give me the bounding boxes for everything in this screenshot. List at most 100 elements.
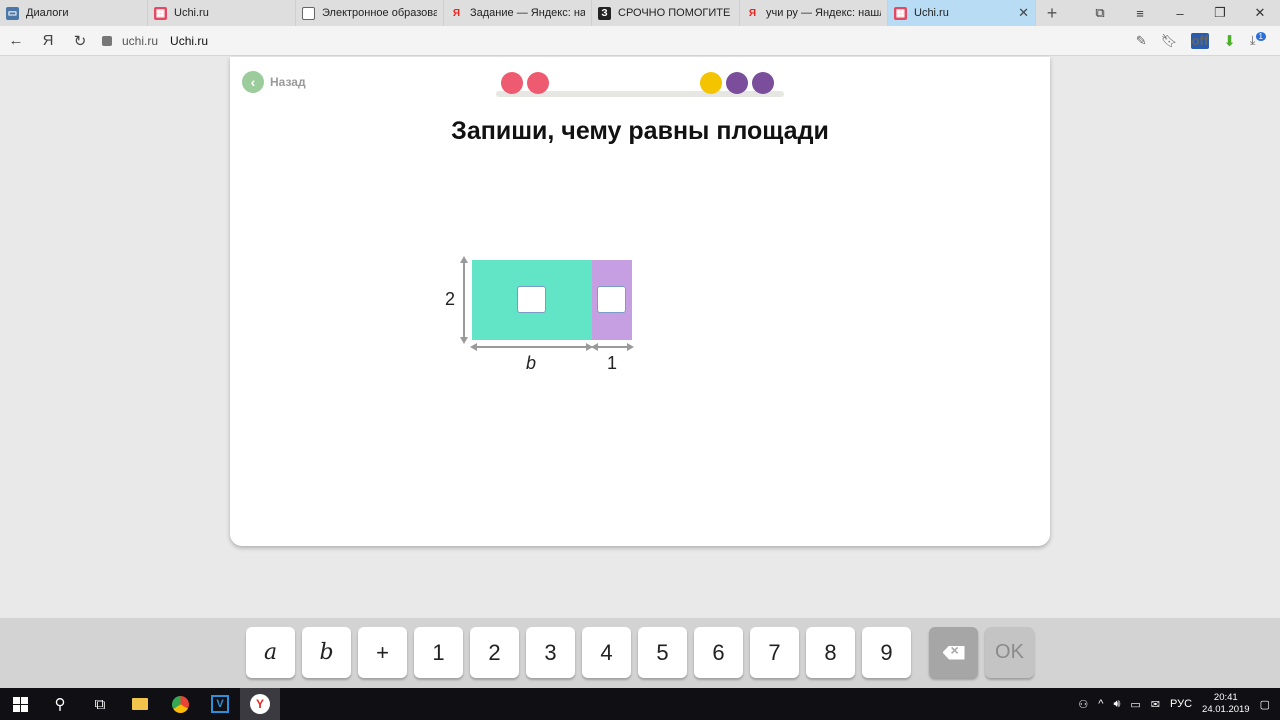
answer-input-right[interactable] bbox=[597, 286, 626, 313]
key-b[interactable]: b bbox=[302, 627, 351, 678]
menu-icon[interactable]: ≡ bbox=[1120, 6, 1160, 21]
clock[interactable]: 20:41 24.01.2019 bbox=[1202, 692, 1250, 716]
key-7[interactable]: 7 bbox=[750, 627, 799, 678]
url-host: uchi.ru bbox=[122, 33, 159, 48]
key-6[interactable]: 6 bbox=[694, 627, 743, 678]
language-indicator[interactable]: РУС bbox=[1170, 698, 1192, 710]
close-window-icon[interactable]: ✕ bbox=[1240, 5, 1280, 21]
network-icon[interactable]: ▭ bbox=[1130, 698, 1140, 711]
windows-start-icon[interactable] bbox=[0, 688, 40, 720]
key-5[interactable]: 5 bbox=[638, 627, 687, 678]
area-diagram: 2 b 1 bbox=[440, 252, 660, 382]
tab-label: Задание — Яндекс: наш bbox=[470, 7, 585, 19]
backspace-icon bbox=[942, 645, 965, 660]
width-1-dimension-line bbox=[592, 346, 632, 348]
downloads-badge: 1 bbox=[1255, 32, 1266, 42]
tab-uchi-active[interactable]: ▦ Uchi.ru ✕ bbox=[888, 0, 1036, 26]
restore-icon[interactable]: ❐ bbox=[1200, 5, 1240, 21]
progress-dot bbox=[700, 72, 722, 94]
back-label: Назад bbox=[270, 75, 306, 89]
chevron-up-icon[interactable]: ^ bbox=[1098, 698, 1103, 710]
downloads-icon[interactable]: ⤓ 1 bbox=[1250, 32, 1266, 48]
browser-app-icon[interactable] bbox=[160, 688, 200, 720]
tab-label: Диалоги bbox=[26, 7, 69, 19]
key-plus[interactable]: + bbox=[358, 627, 407, 678]
yandex-home-button[interactable]: Я bbox=[32, 32, 64, 49]
url-page-title: Uchi.ru bbox=[170, 33, 209, 48]
rect-left bbox=[472, 260, 592, 340]
windows-taskbar: ⚲ ⧉ V Y ⚇ ^ 🔊︎ ▭ ✉ РУС 20:41 24.01.2019 … bbox=[0, 688, 1280, 720]
answer-input-left[interactable] bbox=[517, 286, 546, 313]
back-button[interactable]: ‹ Назад bbox=[242, 71, 306, 93]
tab-uchi[interactable]: ▦ Uchi.ru bbox=[148, 0, 296, 26]
tab-yandex-task[interactable]: Я Задание — Яндекс: наш bbox=[444, 0, 592, 26]
window-controls: ⧉ ≡ – ❐ ✕ bbox=[1080, 0, 1280, 26]
address-bar: ← Я ↻ uchi.ru Uchi.ru ✎ 🔖︎ off ⬇ ⤓ 1 bbox=[0, 26, 1280, 56]
download-helper-icon[interactable]: ⬇ bbox=[1223, 32, 1236, 50]
arrow-right-icon bbox=[627, 343, 634, 351]
progress-dot bbox=[501, 72, 523, 94]
volume-icon[interactable]: 🔊︎ bbox=[1113, 698, 1120, 711]
browser-tab-bar: ▭ Диалоги ▦ Uchi.ru Электронное образова… bbox=[0, 0, 1280, 26]
arrow-down-icon bbox=[460, 337, 468, 344]
action-center-icon[interactable]: ▢ bbox=[1260, 698, 1270, 711]
key-4[interactable]: 4 bbox=[582, 627, 631, 678]
tab-dialogs[interactable]: ▭ Диалоги bbox=[0, 0, 148, 26]
tab-label: СРОЧНО ПОМОГИТЕ Д bbox=[618, 7, 733, 19]
tab-electronic-education[interactable]: Электронное образова bbox=[296, 0, 444, 26]
tab-znanija[interactable]: З СРОЧНО ПОМОГИТЕ Д bbox=[592, 0, 740, 26]
extension-off-icon[interactable]: off bbox=[1191, 32, 1210, 49]
system-tray: ⚇ ^ 🔊︎ ▭ ✉ РУС 20:41 24.01.2019 ▢ bbox=[1078, 692, 1280, 716]
clock-date: 24.01.2019 bbox=[1202, 704, 1250, 715]
progress-dot bbox=[752, 72, 774, 94]
key-3[interactable]: 3 bbox=[526, 627, 575, 678]
tab-yandex-uchi[interactable]: Я учи ру — Яндекс: нашл bbox=[740, 0, 888, 26]
clock-time: 20:41 bbox=[1213, 692, 1238, 703]
yandex-icon: Я bbox=[452, 7, 461, 19]
key-2[interactable]: 2 bbox=[470, 627, 519, 678]
tab-label: учи ру — Яндекс: нашл bbox=[766, 7, 881, 19]
rect-right bbox=[592, 260, 632, 340]
page-title: Запиши, чему равны площади bbox=[451, 117, 829, 145]
notifications-icon[interactable]: ✉ bbox=[1151, 698, 1160, 711]
folder-icon bbox=[132, 698, 148, 710]
windows-logo-icon bbox=[12, 696, 28, 712]
explorer-icon[interactable] bbox=[120, 688, 160, 720]
extension-off-label: off bbox=[1191, 32, 1209, 48]
reload-icon[interactable]: ↻ bbox=[64, 32, 96, 50]
yandex-icon: Y bbox=[250, 694, 270, 714]
back-arrow-icon[interactable]: ← bbox=[0, 32, 32, 49]
protect-icon[interactable]: ✎ bbox=[1136, 33, 1147, 49]
task-view-icon[interactable]: ⧉ bbox=[80, 688, 120, 720]
tab-label: Uchi.ru bbox=[174, 7, 209, 19]
height-label: 2 bbox=[445, 289, 456, 309]
progress-dot bbox=[726, 72, 748, 94]
delete-button[interactable] bbox=[929, 627, 978, 678]
key-1[interactable]: 1 bbox=[414, 627, 463, 678]
bookmark-icon[interactable]: 🔖︎ bbox=[1161, 33, 1178, 49]
width-b-label: b bbox=[526, 353, 537, 373]
tabs-overview-icon[interactable]: ⧉ bbox=[1080, 5, 1120, 21]
yandex-browser-icon[interactable]: Y bbox=[240, 688, 280, 720]
tab-label: Электронное образова bbox=[322, 7, 437, 19]
uchi-icon: ▦ bbox=[894, 6, 907, 20]
key-a[interactable]: a bbox=[246, 627, 295, 678]
lock-icon bbox=[102, 35, 112, 46]
search-icon[interactable]: ⚲ bbox=[40, 688, 80, 720]
uchi-icon: ▦ bbox=[154, 6, 167, 20]
v-app-icon[interactable]: V bbox=[200, 688, 240, 720]
url-field[interactable]: uchi.ru Uchi.ru bbox=[102, 34, 208, 48]
new-tab-icon[interactable]: + bbox=[1036, 0, 1068, 26]
close-tab-icon[interactable]: ✕ bbox=[1018, 5, 1029, 21]
yandex-icon: Я bbox=[748, 7, 757, 19]
minimize-icon[interactable]: – bbox=[1160, 6, 1200, 21]
ok-button[interactable]: OK bbox=[985, 627, 1034, 678]
tab-label: Uchi.ru bbox=[914, 7, 949, 19]
vk-icon: ▭ bbox=[6, 6, 19, 20]
znanija-icon: З bbox=[598, 6, 611, 20]
arrow-left-icon bbox=[591, 343, 598, 351]
height-dimension-line bbox=[463, 260, 465, 340]
key-9[interactable]: 9 bbox=[862, 627, 911, 678]
key-8[interactable]: 8 bbox=[806, 627, 855, 678]
people-icon[interactable]: ⚇ bbox=[1078, 698, 1088, 711]
